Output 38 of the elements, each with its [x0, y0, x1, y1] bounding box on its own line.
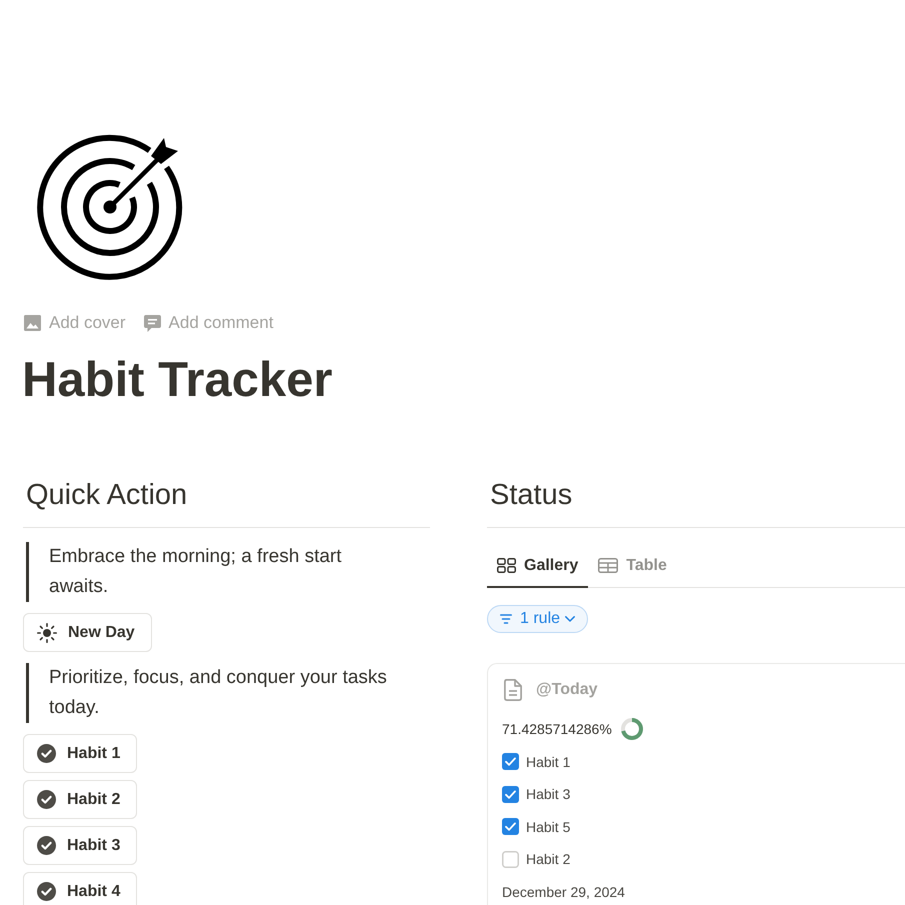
filter-icon — [500, 614, 512, 624]
sun-icon — [37, 622, 57, 642]
target-icon — [37, 134, 183, 280]
date-text: December 29, 2024 — [502, 882, 625, 902]
section-heading: Quick Action — [26, 478, 188, 513]
table-icon — [598, 558, 618, 573]
habit-label: Habit 1 — [526, 752, 570, 772]
card-title: @Today — [536, 680, 598, 700]
habit-button[interactable]: Habit 2 — [23, 780, 138, 819]
checkbox[interactable] — [502, 818, 519, 835]
gallery-icon — [497, 558, 516, 573]
habit-label: Habit 2 — [526, 850, 570, 869]
progress-ring — [620, 718, 643, 740]
page-title: Habit Tracker — [22, 352, 332, 409]
gallery-card[interactable]: @Today 71.4285714286% Habit 1 Habit 3 Habit 5 Habit 2 December 29, 2024 — [487, 663, 905, 905]
check-circle-icon — [37, 744, 56, 763]
comment-icon — [144, 314, 161, 332]
checkbox[interactable] — [502, 753, 519, 770]
quote-block: Embrace the morning; a fresh start awaits. — [26, 542, 395, 602]
check-circle-icon — [37, 882, 56, 901]
checkbox[interactable] — [502, 786, 519, 802]
image-icon — [24, 315, 41, 331]
document-icon — [504, 679, 522, 701]
habit-button[interactable]: Habit 1 — [23, 734, 138, 773]
check-circle-icon — [37, 790, 56, 809]
checkbox[interactable] — [502, 850, 519, 868]
filter-button[interactable]: 1 rule — [487, 605, 588, 633]
habit-button[interactable]: Habit 4 — [23, 872, 138, 905]
chevron-down-icon — [565, 616, 576, 622]
habit-label: Habit 5 — [526, 818, 570, 836]
section-heading: Status — [490, 478, 572, 513]
progress-reading: 71.4285714286% — [502, 720, 612, 739]
quote-block: Prioritize, focus, and conquer your tasks today. — [26, 663, 395, 723]
view-tab[interactable]: Gallery — [487, 545, 588, 588]
check-circle-icon — [37, 836, 56, 855]
habit-label: Habit 3 — [526, 785, 570, 804]
new-day-button[interactable]: New Day — [23, 613, 152, 652]
habit-button[interactable]: Habit 3 — [23, 826, 138, 865]
